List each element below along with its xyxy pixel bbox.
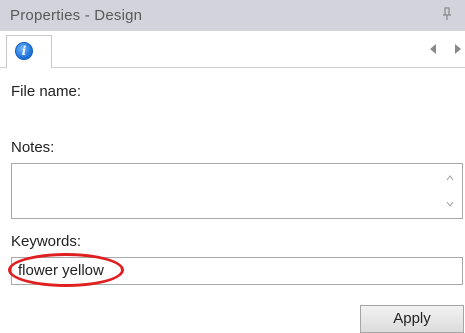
tab-info[interactable]: i xyxy=(6,35,52,68)
notes-field[interactable] xyxy=(11,163,463,219)
scroll-right-icon[interactable] xyxy=(455,44,461,54)
scroll-up-icon[interactable] xyxy=(446,174,454,182)
pin-icon[interactable] xyxy=(443,7,451,21)
file-name-label: File name: xyxy=(11,83,82,100)
keywords-label: Keywords: xyxy=(11,233,82,250)
apply-button[interactable]: Apply xyxy=(360,305,464,333)
panel-title: Properties - Design xyxy=(10,7,143,24)
keywords-field[interactable]: flower yellow xyxy=(11,257,463,285)
info-icon: i xyxy=(15,42,33,60)
notes-label: Notes: xyxy=(11,139,55,156)
scroll-down-icon[interactable] xyxy=(446,200,454,208)
scroll-left-icon[interactable] xyxy=(430,44,436,54)
panel-titlebar: Properties - Design xyxy=(0,0,465,32)
tab-strip: i xyxy=(0,31,465,68)
